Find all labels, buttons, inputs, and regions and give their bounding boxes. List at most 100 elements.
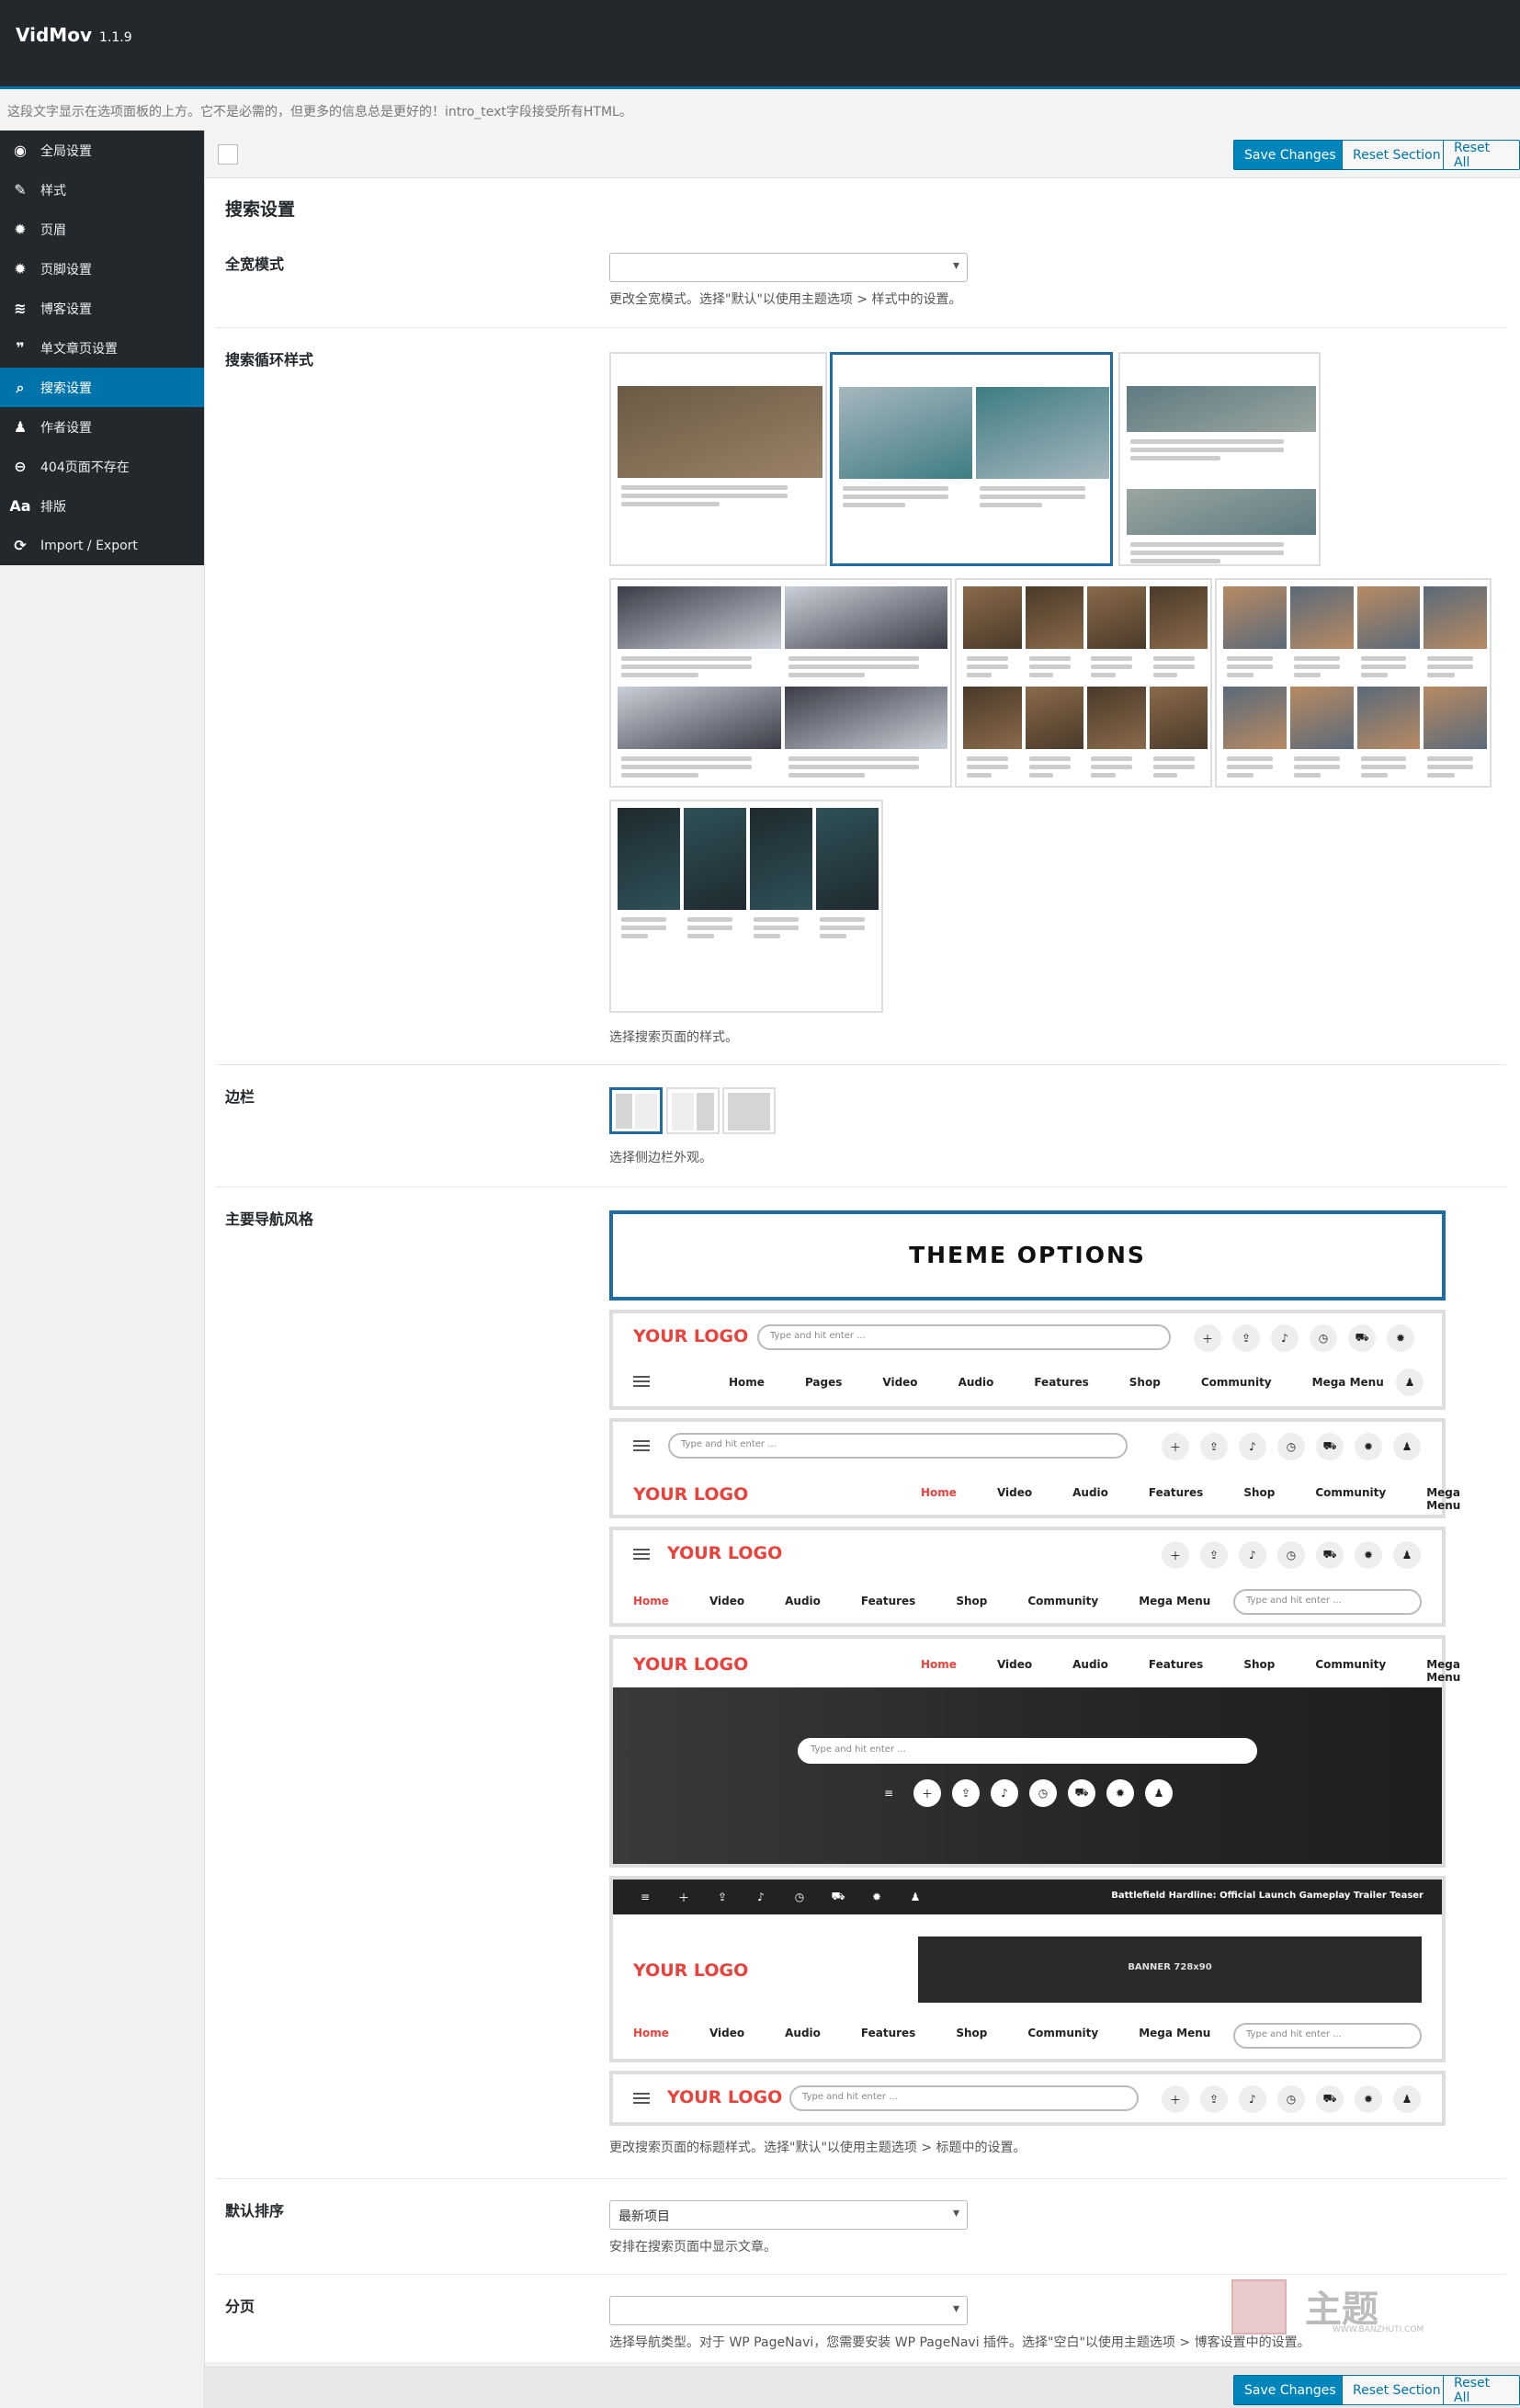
fullwidth-select[interactable] bbox=[609, 253, 968, 282]
placeholder-line bbox=[820, 934, 846, 938]
placeholder-line bbox=[1091, 664, 1133, 669]
sidebar-item-label: 排版 bbox=[40, 499, 66, 515]
banner-title: THEME OPTIONS bbox=[909, 1242, 1146, 1268]
placeholder-line bbox=[1293, 764, 1340, 769]
placeholder-line bbox=[1293, 655, 1340, 661]
quote-icon: ❞ bbox=[16, 339, 25, 357]
sidebar-item[interactable]: Aa 排版 bbox=[0, 486, 204, 526]
sidebar-item[interactable]: ◉ 全局设置 bbox=[0, 131, 204, 170]
placeholder-line bbox=[621, 494, 788, 499]
gear-icon: ✹ bbox=[14, 260, 27, 278]
user-icon: ♟ bbox=[1145, 1779, 1173, 1807]
bell-icon: ♪ bbox=[1271, 1324, 1299, 1352]
placeholder-line bbox=[1130, 550, 1284, 555]
sidebar-item[interactable]: ≋ 博客设置 bbox=[0, 289, 204, 328]
menu-row: Home Video Audio Features Shop Community Mega … bbox=[921, 1658, 1501, 1684]
loop-style-option[interactable] bbox=[955, 578, 1212, 788]
nav-style-option-2[interactable]: Type and hit enter ... ＋ ⇪ ♪ ◷ ⛟ ✹ ♟ YOUR LOGO… bbox=[609, 1418, 1460, 1518]
order-select[interactable]: 最新项目 bbox=[609, 2200, 968, 2230]
intro-text: 这段文字显示在选项面板的上方。它不是必需的，但更多的信息总是更好的！intro_… bbox=[0, 92, 1520, 131]
placeholder-line bbox=[967, 755, 1009, 761]
pagination-select[interactable] bbox=[609, 2296, 968, 2325]
nav-style-option-1[interactable]: YOUR LOGO Type and hit enter ... ＋ ⇪ ♪ ◷ ⛟ ✹ … bbox=[609, 1310, 1446, 1410]
reset-all-button[interactable]: Reset All bbox=[1443, 140, 1520, 170]
placeholder-line bbox=[1130, 541, 1284, 547]
sidebar-layout-desc: 选择侧边栏外观。 bbox=[609, 1151, 712, 1165]
sidebar-item[interactable]: ⊖ 404页面不存在 bbox=[0, 447, 204, 486]
clock-icon: ◷ bbox=[1277, 1433, 1305, 1460]
nav-style-banner: THEME OPTIONS bbox=[609, 1210, 1446, 1301]
gear-icon: ✹ bbox=[871, 1891, 882, 1903]
plus-icon: ＋ bbox=[677, 1891, 689, 1904]
fullwidth-desc: 更改全宽模式。选择"默认"以使用主题选项 > 样式中的设置。 bbox=[609, 292, 962, 307]
menu-item: Features bbox=[860, 2027, 916, 2039]
bell-icon: ♪ bbox=[1239, 1541, 1266, 1569]
watermark: 主题 WWW.BANZHUTI.COM bbox=[1231, 2279, 1452, 2344]
loop-style-label: 搜索循环样式 bbox=[225, 351, 314, 369]
menu-item: Mega Menu bbox=[1139, 2027, 1211, 2039]
sidebar-option-left[interactable] bbox=[609, 1087, 663, 1134]
menu-item: Community bbox=[1027, 2027, 1099, 2039]
menu-item: Mega Menu bbox=[1139, 1595, 1211, 1607]
sidebar-item[interactable]: ♟ 作者设置 bbox=[0, 407, 204, 447]
sidebar-option-none[interactable] bbox=[722, 1087, 776, 1134]
nav-style-option-3[interactable]: YOUR LOGO ＋ ⇪ ♪ ◷ ⛟ ✹ ♟ Home Video Audio Features… bbox=[609, 1527, 1446, 1627]
refresh-icon: ⟳ bbox=[14, 537, 27, 554]
sidebar-item[interactable]: ✎ 样式 bbox=[0, 170, 204, 210]
placeholder-line bbox=[980, 494, 1085, 500]
placeholder-line bbox=[788, 672, 866, 677]
loop-style-option[interactable] bbox=[1215, 578, 1492, 788]
placeholder-line bbox=[1227, 664, 1273, 669]
share-icon: ⇪ bbox=[717, 1891, 728, 1903]
bell-icon: ♪ bbox=[991, 1779, 1018, 1807]
menu-item: Community bbox=[1315, 1658, 1387, 1671]
placeholder-line bbox=[1130, 456, 1220, 461]
loop-style-option[interactable] bbox=[1118, 352, 1321, 566]
loop-style-option[interactable] bbox=[609, 352, 827, 566]
sidebar-item[interactable]: ⌕ 搜索设置 bbox=[0, 368, 204, 407]
fullwidth-label: 全宽模式 bbox=[225, 256, 285, 273]
reset-section-button[interactable]: Reset Section bbox=[1342, 2375, 1452, 2405]
loop-style-option[interactable] bbox=[830, 352, 1113, 566]
thumbnail-image bbox=[963, 687, 1022, 749]
placeholder-line bbox=[621, 934, 648, 938]
sidebar-item-label: 页眉 bbox=[40, 222, 66, 238]
thumbnail-image bbox=[1356, 586, 1421, 649]
placeholder-line bbox=[1360, 755, 1407, 761]
placeholder-line bbox=[1091, 755, 1133, 761]
reset-section-button[interactable]: Reset Section bbox=[1342, 140, 1452, 170]
placeholder-line bbox=[788, 772, 866, 778]
sidebar-item[interactable]: ⟳ Import / Export bbox=[0, 526, 204, 565]
sidebar-item[interactable]: ✹ 页脚设置 bbox=[0, 249, 204, 289]
menu-item: Features bbox=[860, 1595, 916, 1607]
placeholder-line bbox=[967, 772, 992, 778]
nav-style-option-5[interactable]: ≡ ＋ ⇪ ♪ ◷ ⛟ ✹ ♟ Battlefield Hardline: Official … bbox=[609, 1876, 1446, 2062]
sidebar-item[interactable]: ❞ 单文章页设置 bbox=[0, 328, 204, 368]
save-button[interactable]: Save Changes bbox=[1233, 2375, 1347, 2405]
placeholder-line bbox=[1028, 664, 1071, 669]
nav-style-option-6[interactable]: YOUR LOGO Type and hit enter ... ＋ ⇪ ♪ ◷ ⛟ ✹ ♟ bbox=[609, 2071, 1446, 2126]
save-button[interactable]: Save Changes bbox=[1233, 140, 1347, 170]
menu-item: Audio bbox=[1072, 1486, 1108, 1499]
placeholder-line bbox=[843, 503, 905, 508]
placeholder-line bbox=[1427, 664, 1474, 669]
banner-ad: BANNER 728x90 bbox=[918, 1937, 1422, 2003]
placeholder-line bbox=[967, 664, 1009, 669]
sidebar-item[interactable]: ✹ 页眉 bbox=[0, 210, 204, 249]
thumbnail-image bbox=[684, 808, 746, 910]
thumbnail-image bbox=[1356, 687, 1421, 749]
loop-style-option[interactable] bbox=[609, 578, 952, 788]
clock-icon: ◷ bbox=[1310, 1324, 1337, 1352]
menu-item: Home bbox=[729, 1376, 765, 1389]
divider bbox=[216, 327, 1506, 328]
sidebar-option-right[interactable] bbox=[666, 1087, 720, 1134]
reset-all-button[interactable]: Reset All bbox=[1443, 2375, 1520, 2405]
placeholder-line bbox=[1028, 764, 1071, 769]
loop-style-option[interactable] bbox=[609, 800, 883, 1013]
expand-options-icon[interactable] bbox=[218, 144, 238, 165]
cart-icon: ⛟ bbox=[1348, 1324, 1376, 1352]
placeholder-line bbox=[1130, 448, 1284, 453]
nav-style-option-4[interactable]: YOUR LOGO Home Video Audio Features Shop Comm… bbox=[609, 1635, 1460, 1868]
bell-icon: ♪ bbox=[1239, 2085, 1266, 2113]
bell-icon: ♪ bbox=[1239, 1433, 1266, 1460]
